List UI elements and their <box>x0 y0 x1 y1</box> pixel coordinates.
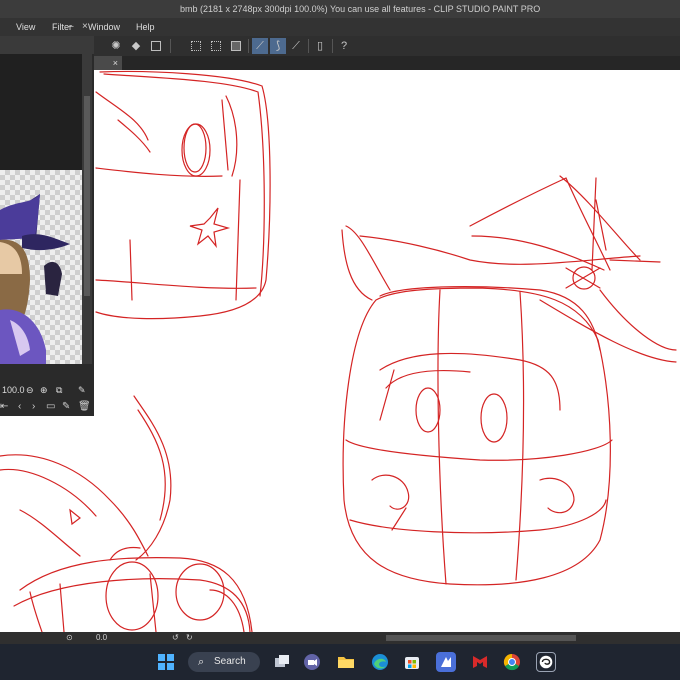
loading-spinner-icon[interactable]: ✺ <box>108 38 124 54</box>
title-bar: bmb (2181 x 2748px 300dpi 100.0%) You ca… <box>0 0 680 18</box>
edge-browser-icon[interactable] <box>370 652 390 672</box>
windows-taskbar: ⌕ Search <box>0 644 680 680</box>
windows-logo-icon[interactable] <box>156 652 176 672</box>
zoom-out-icon[interactable]: ⊖ <box>26 382 34 398</box>
invert-selection-icon[interactable] <box>208 38 224 54</box>
edit-icon[interactable]: ✎ <box>62 398 70 416</box>
character-thumbnail <box>0 194 70 364</box>
menu-help[interactable]: Help <box>136 18 155 36</box>
deselect-icon[interactable] <box>188 38 204 54</box>
taskbar-search[interactable]: ⌕ Search <box>188 652 260 672</box>
navigator-scroll-thumb[interactable] <box>84 96 90 296</box>
trash-icon[interactable]: 🗑 <box>78 398 91 416</box>
chrome-icon[interactable] <box>502 652 522 672</box>
window-title: bmb (2181 x 2748px 300dpi 100.0%) You ca… <box>180 4 541 14</box>
toolbar-separator <box>170 39 171 53</box>
toolbar-separator <box>248 39 249 53</box>
canvas-horizontal-scrollbar[interactable] <box>386 635 576 641</box>
rotate-left-icon[interactable]: ‹ <box>18 398 21 416</box>
video-chat-icon[interactable] <box>302 652 322 672</box>
navigator-header <box>0 36 94 54</box>
clip-studio-paint-icon[interactable] <box>536 652 556 672</box>
menu-view[interactable]: View <box>16 18 35 36</box>
clip-studio-window: bmb (2181 x 2748px 300dpi 100.0%) You ca… <box>0 0 680 680</box>
task-view-icon[interactable] <box>272 652 292 672</box>
mcafee-icon[interactable] <box>470 652 490 672</box>
eyedropper-icon[interactable]: ✎ <box>78 382 86 398</box>
close-tab-icon[interactable]: × <box>113 58 118 68</box>
fit-view-icon[interactable]: ⧉ <box>56 382 62 398</box>
device-icon[interactable]: ▯ <box>312 38 328 54</box>
redo-rotate-icon[interactable]: ↻ <box>186 632 193 644</box>
command-bar: ✺ ◆ ⟋ ⟆ ⟋ ▯ ? <box>94 36 680 56</box>
menu-window[interactable]: Window <box>88 18 120 36</box>
angle-value[interactable]: 0.0 <box>96 632 107 644</box>
navigator-panel: 100.0 ⊖ ⊕ ⧉ ✎ ⇤ ‹ › ▭ ✎ 🗑 <box>0 36 94 416</box>
toolbar-separator <box>308 39 309 53</box>
snap-ruler-icon[interactable]: ⟋ <box>252 38 268 54</box>
menu-bar: – × View Filter Window Help <box>0 18 680 36</box>
close-panel-icon[interactable]: × <box>82 18 88 36</box>
store-icon[interactable] <box>402 652 422 672</box>
clip-studio-icon[interactable] <box>436 652 456 672</box>
toolbar-separator <box>332 39 333 53</box>
search-label: Search <box>214 656 246 667</box>
navigator-zoom-row: 100.0 ⊖ ⊕ ⧉ ✎ <box>0 382 94 398</box>
open-folder-icon[interactable]: ▭ <box>46 398 55 416</box>
undo-rotate-icon[interactable]: ↺ <box>172 632 179 644</box>
canvas-tab[interactable]: × <box>94 56 122 70</box>
help-icon[interactable]: ? <box>336 38 352 54</box>
drawing-canvas[interactable] <box>94 70 680 632</box>
snap-special-ruler-icon[interactable]: ⟆ <box>270 38 286 54</box>
zoom-value[interactable]: 100.0 <box>2 382 25 398</box>
rotate-reset-icon[interactable]: ⊙ <box>66 632 73 644</box>
snap-grid-icon[interactable]: ⟋ <box>288 38 304 54</box>
canvas-tab-strip: × <box>94 56 680 70</box>
drawing-canvas-left[interactable] <box>0 416 94 632</box>
fill-bucket-icon[interactable]: ◆ <box>128 38 144 54</box>
selection-icon[interactable] <box>228 38 244 54</box>
folder-icon[interactable] <box>336 652 356 672</box>
magnifier-icon: ⌕ <box>198 656 205 668</box>
status-bar: 0.0 ⊙ ↺ ↻ <box>0 632 680 644</box>
rotate-right-icon[interactable]: › <box>32 398 35 416</box>
navigator-button-row: ⇤ ‹ › ▭ ✎ 🗑 <box>0 398 94 416</box>
zoom-in-icon[interactable]: ⊕ <box>40 382 48 398</box>
transform-icon[interactable] <box>148 38 164 54</box>
navigator-preview[interactable] <box>0 170 82 364</box>
flip-icon[interactable]: ⇤ <box>0 398 8 416</box>
menu-filter[interactable]: Filter <box>52 18 72 36</box>
